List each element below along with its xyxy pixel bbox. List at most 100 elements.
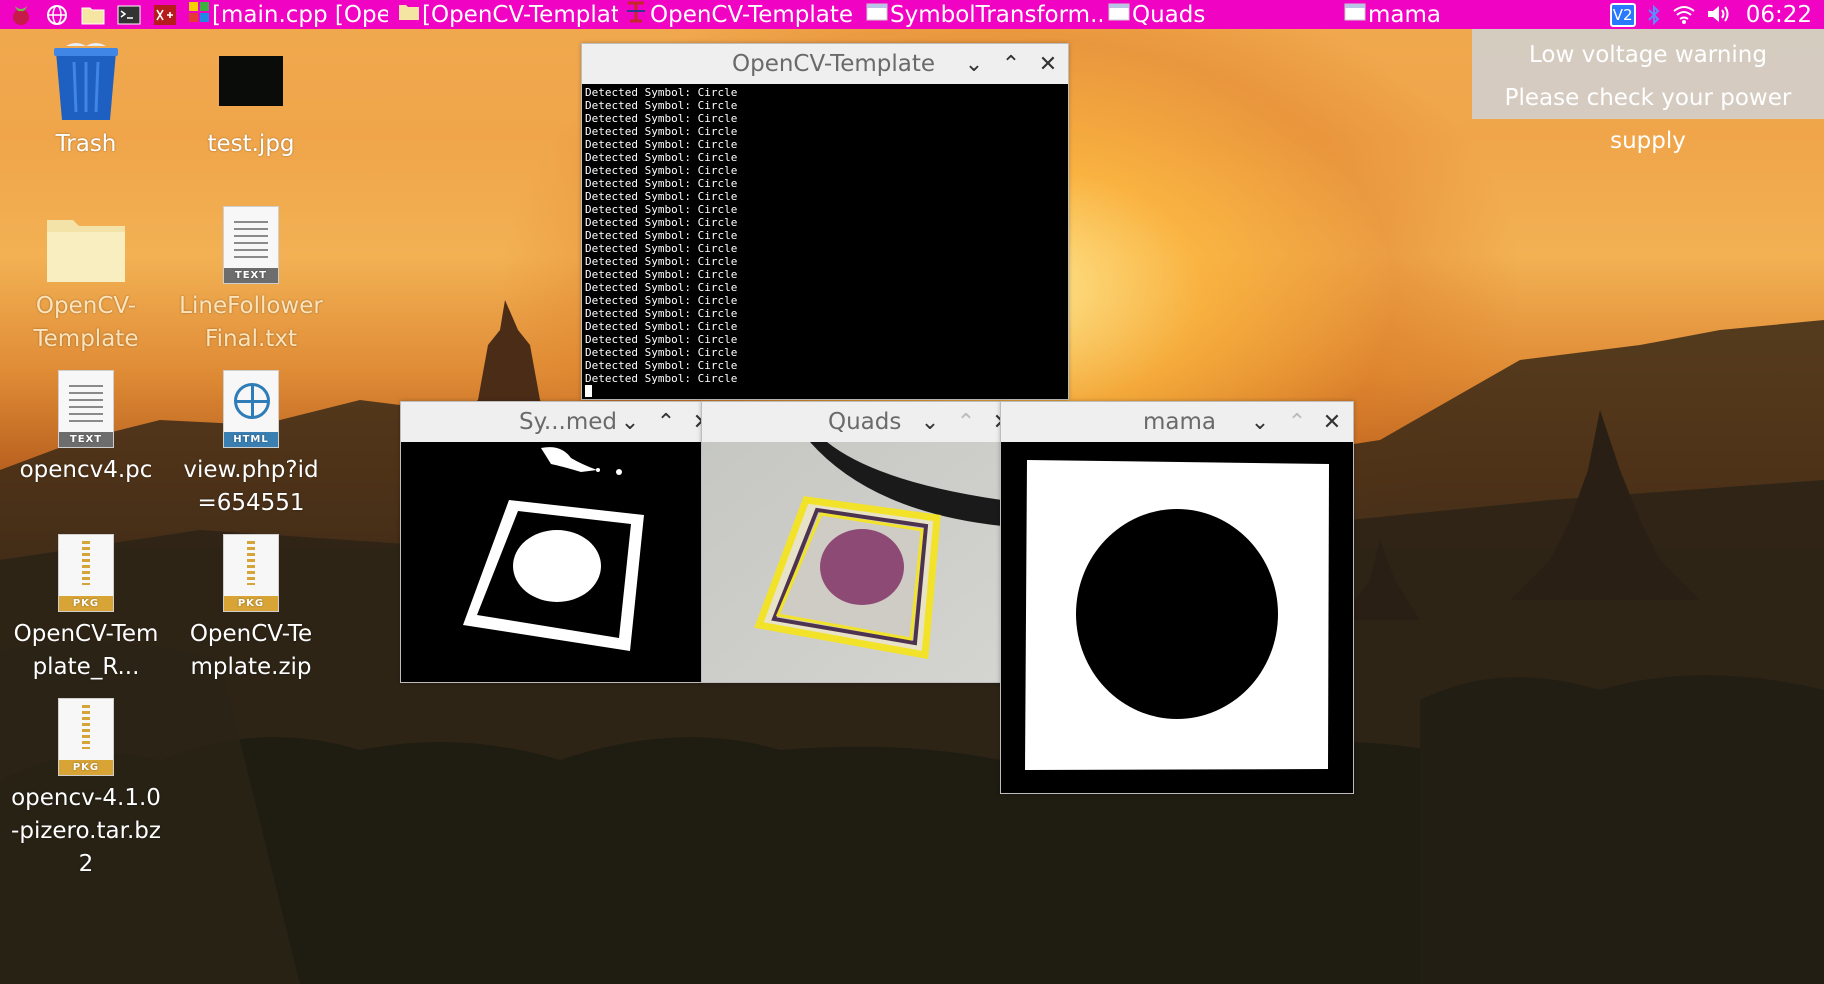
- task-mama-window[interactable]: mama: [1344, 0, 1574, 29]
- task-label: mama: [1368, 1, 1441, 28]
- desktop-icon-label: Trash: [55, 131, 117, 157]
- web-browser-icon[interactable]: [44, 2, 70, 28]
- file-badge: PKG: [59, 596, 113, 611]
- desktop-icon-label: test.jpg: [207, 131, 295, 157]
- close-icon[interactable]: ✕: [987, 407, 1000, 437]
- terminal-line: Detected Symbol: Circle: [585, 99, 738, 112]
- desktop-icon-trash[interactable]: Trash: [1, 38, 171, 161]
- text-file-icon: TEXT: [44, 364, 128, 448]
- package-icon: PKG: [44, 528, 128, 612]
- image-icon: [209, 38, 293, 122]
- terminal-line: Detected Symbol: Circle: [585, 333, 738, 346]
- package-icon: PKG: [209, 528, 293, 612]
- minimize-icon[interactable]: ⌄: [959, 49, 989, 79]
- task-symbol-window[interactable]: SymbolTransform...: [866, 0, 1102, 29]
- quad-detection-view: [702, 442, 1000, 682]
- desktop-icon-opencv-tar[interactable]: PKG opencv-4.1.0-pizero.tar.bz2: [1, 692, 171, 881]
- terminal-icon[interactable]: [116, 2, 142, 28]
- terminal-line: Detected Symbol: Circle: [585, 229, 738, 242]
- quads-window[interactable]: Quads ⌄ ⌃ ✕: [701, 401, 1001, 683]
- desktop-icon-opencv4-pc[interactable]: TEXT opencv4.pc: [1, 364, 171, 487]
- window-title: Sy...med: [519, 409, 618, 435]
- desktop-icon-opencv-template-r[interactable]: PKG OpenCV-Template_R...: [1, 528, 171, 684]
- task-label: SymbolTransform...: [890, 1, 1102, 28]
- maximize-icon[interactable]: ⌃: [996, 49, 1026, 79]
- file-manager-icon[interactable]: [80, 2, 106, 28]
- terminal-line: Detected Symbol: Circle: [585, 372, 738, 385]
- text-file-icon: TEXT: [209, 200, 293, 284]
- terminal-line: Detected Symbol: Circle: [585, 112, 738, 125]
- task-geany[interactable]: [main.cpp [OpenC...: [188, 0, 388, 29]
- terminal-line: Detected Symbol: Circle: [585, 203, 738, 216]
- task-terminal[interactable]: OpenCV-Template: [624, 0, 860, 29]
- terminal-line: Detected Symbol: Circle: [585, 307, 738, 320]
- task-quads-window[interactable]: Quads: [1108, 0, 1338, 29]
- wifi-icon[interactable]: [1672, 3, 1696, 27]
- trash-icon: [44, 38, 128, 122]
- desktop-icon-opencv-folder[interactable]: OpenCV-Template: [1, 200, 171, 356]
- geany-icon: [188, 1, 210, 28]
- minimize-icon[interactable]: ⌄: [1245, 407, 1275, 437]
- low-voltage-notification[interactable]: Low voltage warning Please check your po…: [1472, 29, 1824, 154]
- desktop-icon-view-php[interactable]: HTML view.php?id=6545511...: [166, 364, 336, 520]
- desktop-icon-label: opencv-4.1.0-pizero.tar.bz2: [11, 785, 161, 877]
- desktop-icon-label: OpenCV-Template: [33, 293, 139, 352]
- terminal-line: Detected Symbol: Circle: [585, 255, 738, 268]
- math-app-icon[interactable]: [152, 2, 178, 28]
- file-badge: PKG: [59, 760, 113, 775]
- terminal-line: Detected Symbol: Circle: [585, 190, 738, 203]
- vnc-icon[interactable]: V2: [1609, 2, 1636, 27]
- terminal-line: Detected Symbol: Circle: [585, 294, 738, 307]
- task-file-manager[interactable]: [OpenCV-Template]: [398, 0, 618, 29]
- bluetooth-icon[interactable]: [1646, 3, 1662, 27]
- minimize-icon[interactable]: ⌄: [915, 407, 945, 437]
- maximize-icon[interactable]: ⌃: [1282, 407, 1312, 437]
- terminal-line: Detected Symbol: Circle: [585, 138, 738, 151]
- desktop-icon-label: opencv4.pc: [19, 457, 153, 483]
- taskbar: [main.cpp [OpenC... [OpenCV-Template] Op…: [0, 0, 1824, 29]
- terminal-line: Detected Symbol: Circle: [585, 164, 738, 177]
- task-label: Quads: [1132, 1, 1206, 28]
- desktop-icon-opencv-template-zip[interactable]: PKG OpenCV-Template.zip: [166, 528, 336, 684]
- window-icon: [1108, 3, 1130, 26]
- terminal-window[interactable]: OpenCV-Template ⌄ ⌃ ✕ Detected Symbol: C…: [581, 43, 1069, 400]
- maximize-icon[interactable]: ⌃: [951, 407, 981, 437]
- close-icon[interactable]: ✕: [1033, 49, 1063, 79]
- symbol-window[interactable]: Sy...med ⌄ ⌃ ✕: [400, 401, 702, 683]
- file-badge: TEXT: [59, 432, 113, 447]
- warped-symbol-view: [1001, 442, 1353, 793]
- window-title: OpenCV-Template: [732, 51, 936, 77]
- window-titlebar[interactable]: mama ⌄ ⌃ ✕: [1001, 402, 1353, 442]
- folder-icon: [398, 2, 420, 27]
- window-titlebar[interactable]: Sy...med ⌄ ⌃ ✕: [401, 402, 701, 442]
- terminal-app-icon: [624, 1, 648, 28]
- mama-window[interactable]: mama ⌄ ⌃ ✕: [1000, 401, 1354, 794]
- window-title: Quads: [828, 409, 902, 435]
- close-icon[interactable]: ✕: [1317, 407, 1347, 437]
- window-titlebar[interactable]: Quads ⌄ ⌃ ✕: [702, 402, 1000, 442]
- terminal-line: Detected Symbol: Circle: [585, 268, 738, 281]
- notification-body: Please check your power supply: [1504, 85, 1792, 154]
- task-label: [main.cpp [OpenC...: [212, 1, 388, 28]
- file-badge: PKG: [224, 596, 278, 611]
- maximize-icon[interactable]: ⌃: [651, 407, 681, 437]
- package-icon: PKG: [44, 692, 128, 776]
- terminal-line: Detected Symbol: Circle: [585, 216, 738, 229]
- desktop-icon-test-jpg[interactable]: test.jpg: [166, 38, 336, 161]
- raspberry-menu-icon[interactable]: [8, 2, 34, 28]
- desktop-icon-label: OpenCV-Template.zip: [189, 621, 313, 680]
- terminal-line: Detected Symbol: Circle: [585, 125, 738, 138]
- minimize-icon[interactable]: ⌄: [615, 407, 645, 437]
- window-title: mama: [1143, 409, 1216, 435]
- folder-icon: [44, 200, 128, 284]
- window-titlebar[interactable]: OpenCV-Template ⌄ ⌃ ✕: [582, 44, 1068, 84]
- desktop-icon-linefollower[interactable]: TEXT LineFollowerFinal.txt: [166, 200, 336, 356]
- terminal-cursor: [585, 385, 592, 397]
- volume-icon[interactable]: [1706, 3, 1732, 27]
- clock[interactable]: 06:22: [1746, 2, 1812, 28]
- terminal-output[interactable]: Detected Symbol: Circle Detected Symbol: …: [582, 84, 1068, 399]
- task-label: OpenCV-Template: [650, 1, 854, 28]
- close-icon[interactable]: ✕: [687, 407, 701, 437]
- terminal-line: Detected Symbol: Circle: [585, 86, 738, 99]
- terminal-line: Detected Symbol: Circle: [585, 242, 738, 255]
